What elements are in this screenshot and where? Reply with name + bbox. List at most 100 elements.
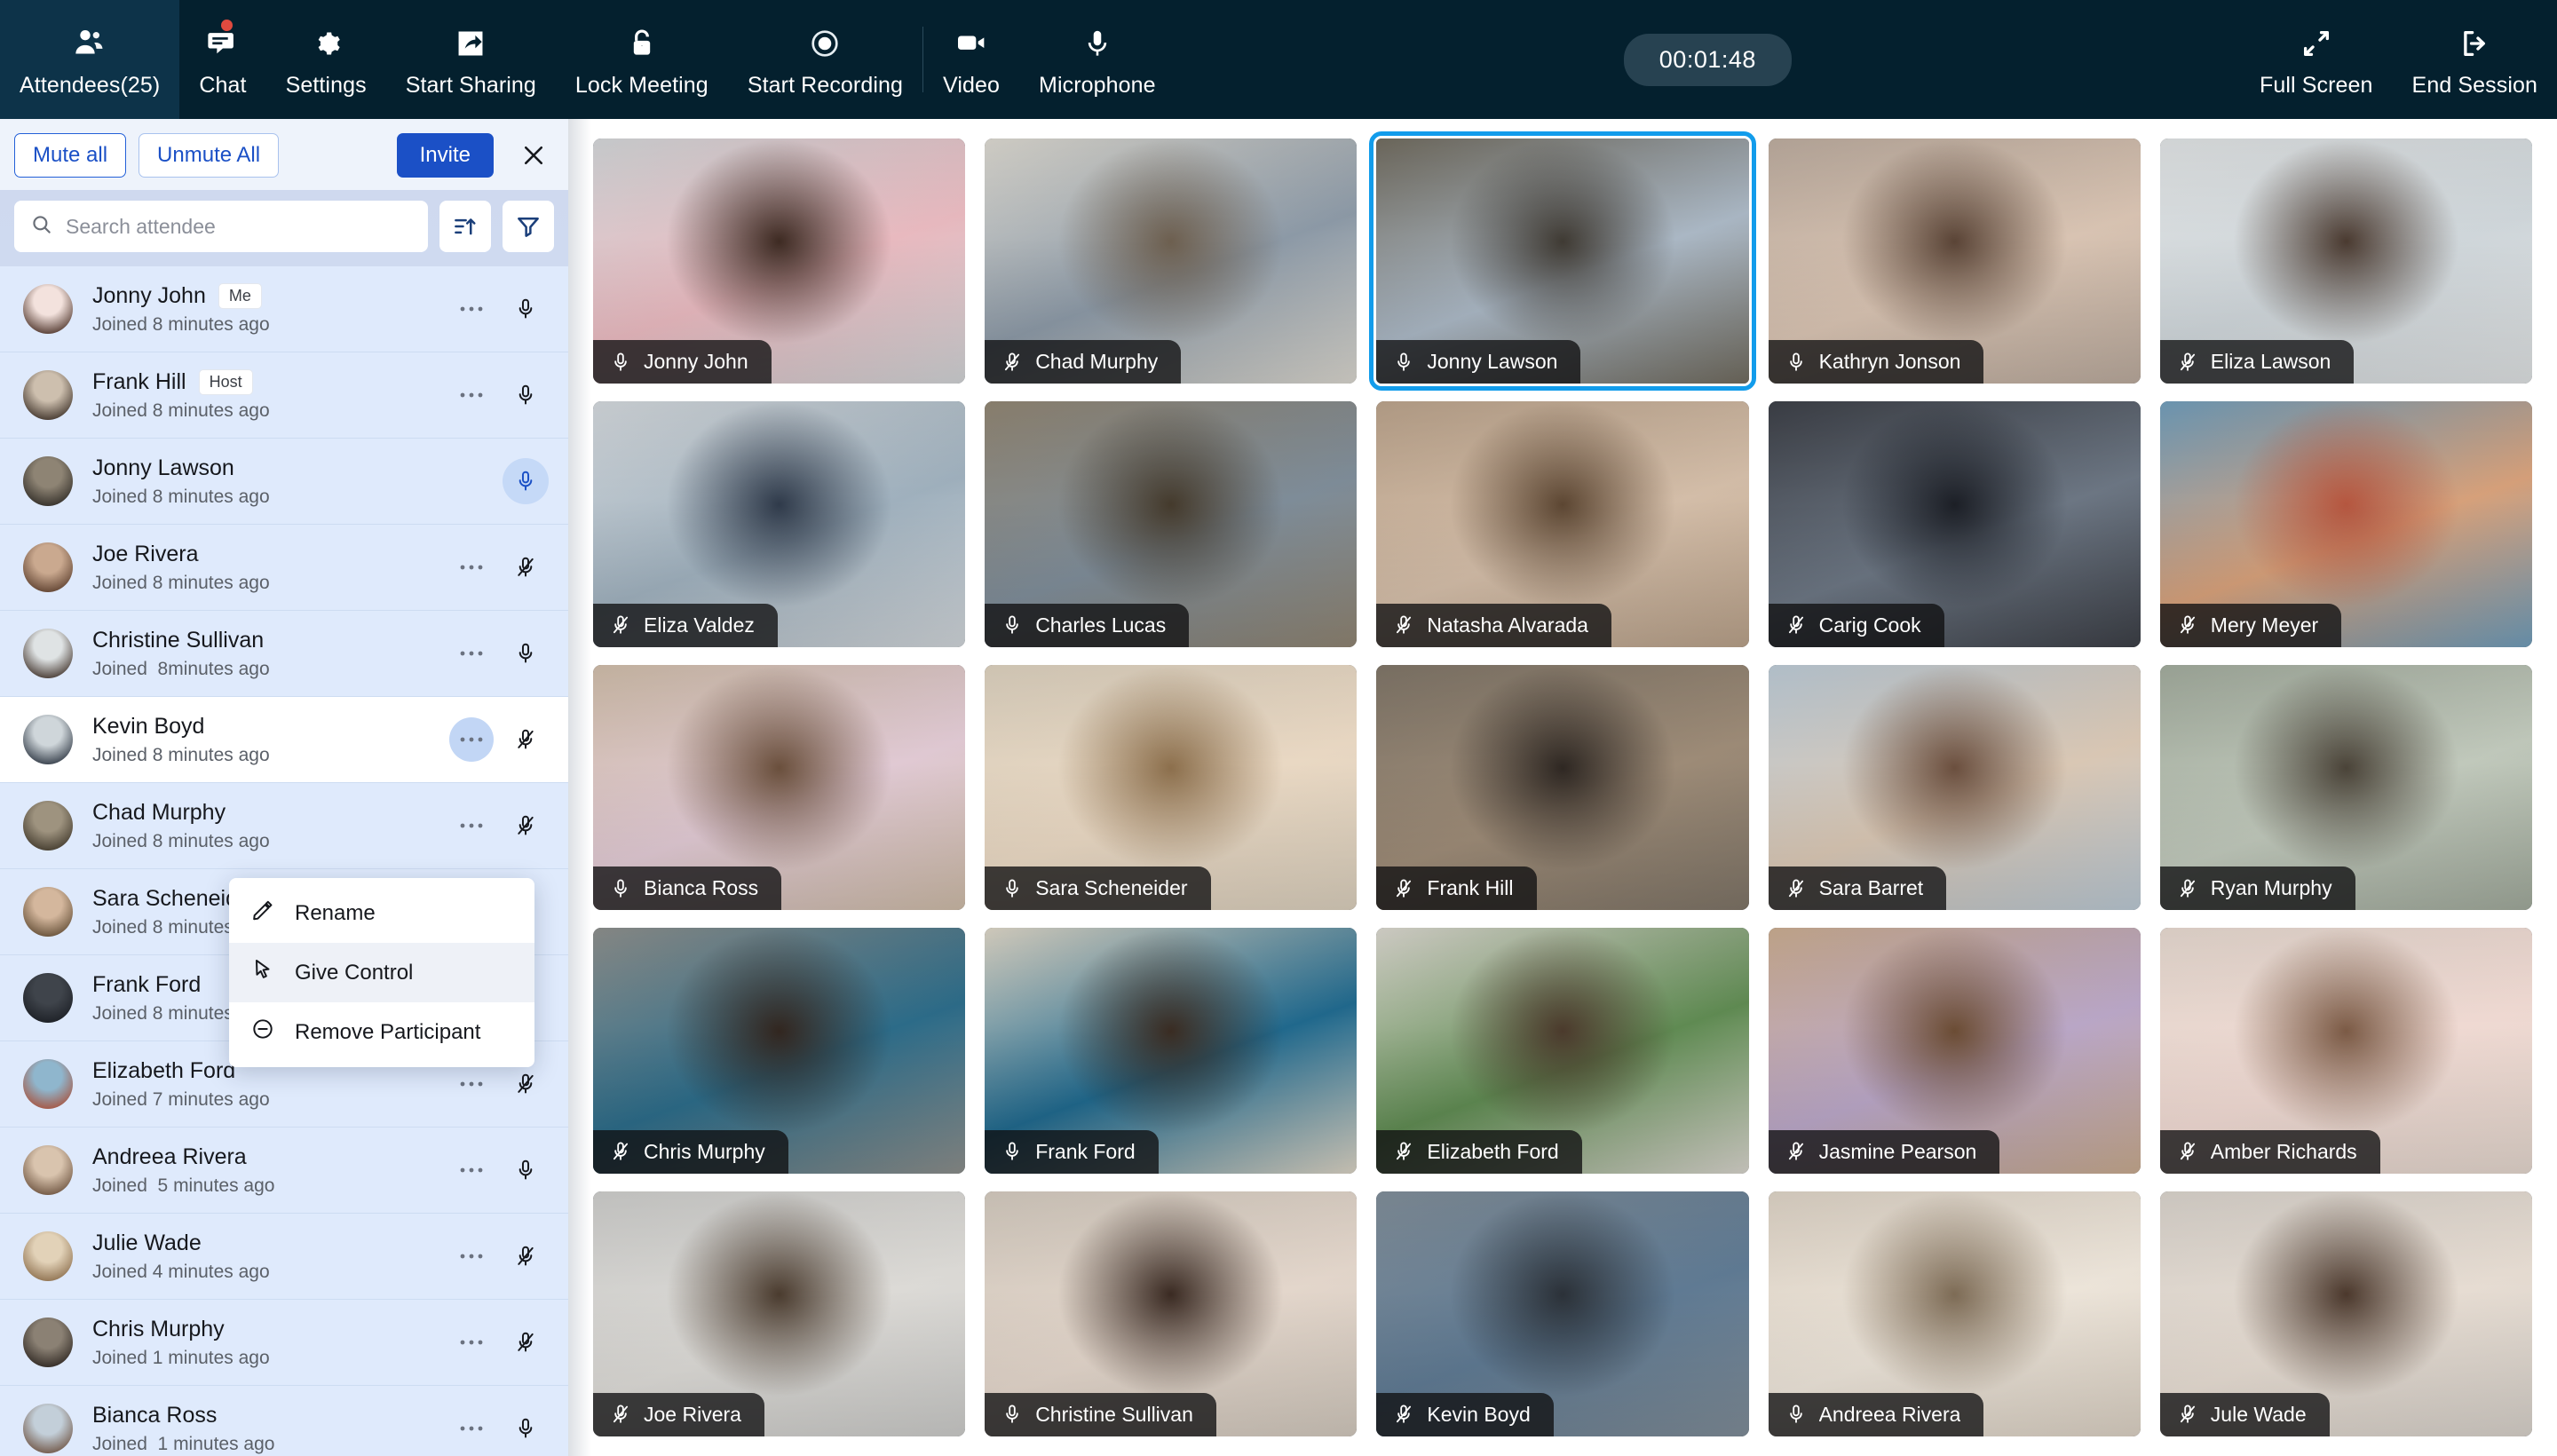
attendee-name-line: Chad Murphy [92,800,449,826]
video-stage: Jonny John Chad Murphy Jonny Lawson Kathryn… [568,119,2557,1456]
participant-context-menu[interactable]: Rename Give Control Remove Participant [229,878,534,1067]
toolbar-item-chat[interactable]: Chat [179,0,265,119]
mute-all-button[interactable]: Mute all [14,133,127,178]
attendee-mic-icon[interactable] [503,1147,549,1193]
minus-circle-icon [250,1017,275,1048]
toolbar-item-start-recording[interactable]: Start Recording [728,0,922,119]
video-tile[interactable]: Joe Rivera [593,1191,966,1436]
attendee-more-options-icon[interactable] [449,545,494,590]
video-tile[interactable]: Chris Murphy [593,928,966,1174]
attendee-mic-icon[interactable] [503,286,549,332]
toolbar-item-end-session[interactable]: End Session [2393,0,2557,119]
video-tile[interactable]: Ryan Murphy [2159,664,2532,911]
attendee-list[interactable]: Jonny John Me Joined 8 minutes ago Frank Hi… [0,266,568,1456]
video-tile[interactable]: Amber Richards [2159,928,2532,1174]
attendee-more-options-icon[interactable] [449,1406,494,1451]
video-tile-name: Natasha Alvarada [1427,613,1588,637]
video-tile[interactable]: Charles Lucas [985,401,1358,647]
video-tile[interactable]: Jonny Lawson [1369,131,1756,392]
sort-icon[interactable] [439,201,491,252]
attendee-row[interactable]: Jonny Lawson Joined 8 minutes ago [0,439,568,525]
toolbar-item-settings[interactable]: Settings [266,0,386,119]
attendee-mic-muted-icon[interactable] [503,1319,549,1365]
attendee-row[interactable]: Kevin Boyd Joined 8 minutes ago [0,697,568,783]
search-input[interactable] [66,214,412,239]
attendee-more-options-icon[interactable] [449,287,494,331]
video-tile[interactable]: Elizabeth Ford [1376,928,1749,1174]
attendee-name-line: Joe Rivera [92,542,449,567]
attendee-row[interactable]: Christine Sullivan Joined 8minutes ago [0,611,568,697]
video-tile-label: Jonny Lawson [1376,340,1581,384]
attendee-more-options-icon[interactable] [449,717,494,762]
attendee-mic-icon[interactable] [503,372,549,418]
attendee-mic-muted-icon[interactable] [503,1061,549,1107]
video-tile[interactable]: Eliza Valdez [593,401,966,647]
context-menu-item[interactable]: Give Control [229,943,534,1002]
attendee-mic-icon[interactable] [503,630,549,677]
video-tile[interactable]: Kevin Boyd [1376,1191,1749,1436]
attendee-row[interactable]: Chad Murphy Joined 8 minutes ago [0,783,568,869]
attendee-name: Elizabeth Ford [92,1057,236,1083]
attendee-mic-icon[interactable] [503,1405,549,1452]
video-tile[interactable]: Sara Scheneider [985,664,1358,911]
toolbar-item-lock-meeting[interactable]: Lock Meeting [556,0,728,119]
invite-button[interactable]: Invite [396,133,494,178]
attendee-mic-muted-icon[interactable] [503,803,549,849]
tile-mic-muted-icon [2176,351,2199,374]
video-tile-name: Jasmine Pearson [1818,1139,1977,1163]
video-tile[interactable]: Natasha Alvarada [1376,401,1749,647]
attendee-more-options-icon[interactable] [449,1148,494,1192]
toolbar-item-microphone[interactable]: Microphone [1019,0,1176,119]
context-menu-item-label: Give Control [295,960,414,985]
microphone-icon [1081,21,1114,60]
video-tile[interactable]: Andreea Rivera [1768,1191,2141,1436]
video-tile[interactable]: Mery Meyer [2159,401,2532,647]
attendee-row[interactable]: Jonny John Me Joined 8 minutes ago [0,266,568,352]
video-tile[interactable]: Christine Sullivan [985,1191,1358,1436]
toolbar-item-start-sharing[interactable]: Start Sharing [386,0,556,119]
unmute-all-button[interactable]: Unmute All [139,133,280,178]
attendee-mic-muted-icon[interactable] [503,544,549,590]
video-tile[interactable]: Eliza Lawson [2159,138,2532,384]
search-attendee-box[interactable] [14,201,428,252]
video-tile[interactable]: Bianca Ross [593,664,966,911]
attendee-mic-icon[interactable] [503,458,549,504]
attendee-mic-muted-icon[interactable] [503,716,549,763]
attendee-row[interactable]: Andreea Rivera Joined 5 minutes ago [0,1128,568,1214]
context-menu-item[interactable]: Remove Participant [229,1002,534,1062]
toolbar-item-full-screen[interactable]: Full Screen [2240,0,2393,119]
session-timer: 00:01:48 [1623,33,1792,86]
attendee-row[interactable]: Bianca Ross Joined 1 minutes ago [0,1386,568,1456]
attendee-more-options-icon[interactable] [449,1062,494,1106]
attendee-joined-time: Joined 8 minutes ago [92,744,270,765]
video-tile[interactable]: Carig Cook [1768,401,2141,647]
video-tile[interactable]: Frank Hill [1376,664,1749,911]
attendee-more-options-icon[interactable] [449,373,494,417]
attendee-row[interactable]: Chris Murphy Joined 1 minutes ago [0,1300,568,1386]
attendee-more-options-icon[interactable] [449,1320,494,1365]
close-icon[interactable] [513,135,554,176]
attendee-row[interactable]: Joe Rivera Joined 8 minutes ago [0,525,568,611]
attendee-more-options-icon[interactable] [449,631,494,676]
video-tile[interactable]: Jasmine Pearson [1768,928,2141,1174]
attendee-more-options-icon[interactable] [449,1234,494,1278]
filter-icon[interactable] [503,201,554,252]
toolbar-item-video[interactable]: Video [923,0,1019,119]
video-tile[interactable]: Sara Barret [1768,664,2141,911]
attendee-mic-muted-icon[interactable] [503,1233,549,1279]
attendee-more-options-icon[interactable] [449,803,494,848]
context-menu-item[interactable]: Rename [229,883,534,943]
video-tile[interactable]: Frank Ford [985,928,1358,1174]
video-tile[interactable]: Chad Murphy [985,138,1358,384]
avatar [23,887,73,937]
tile-mic-icon [609,351,632,374]
video-tile[interactable]: Jonny John [593,138,966,384]
attendee-row[interactable]: Frank Hill Host Joined 8 minutes ago [0,352,568,439]
toolbar-item-attendees[interactable]: Attendees(25) [0,0,180,119]
attendee-row[interactable]: Julie Wade Joined 4 minutes ago [0,1214,568,1300]
video-tile[interactable]: Kathryn Jonson [1768,138,2141,384]
attendee-controls [449,1233,549,1279]
toolbar-label-start-recording: Start Recording [747,72,904,98]
video-tile[interactable]: Jule Wade [2159,1191,2532,1436]
video-tile-label: Jasmine Pearson [1768,1129,2000,1174]
